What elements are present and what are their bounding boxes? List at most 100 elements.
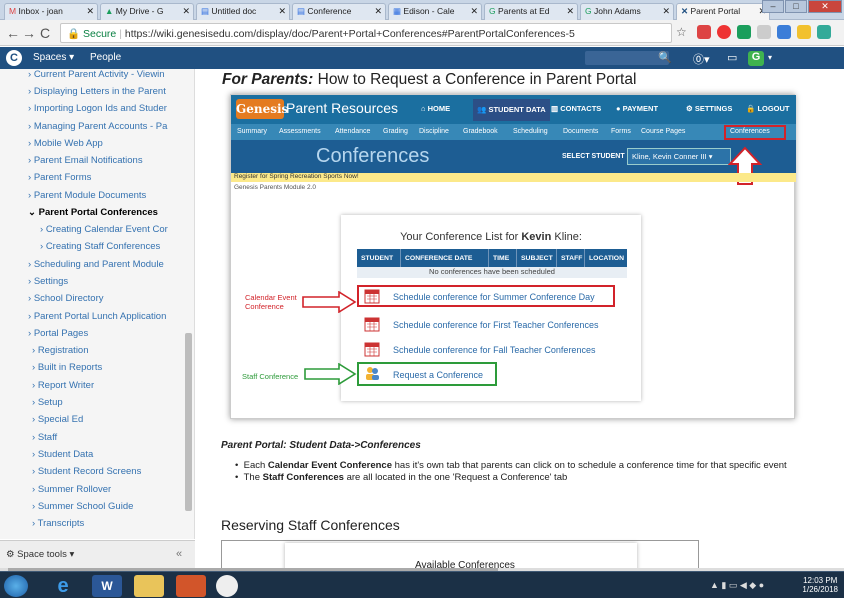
sidebar-item[interactable]: › Scheduling and Parent Module — [28, 259, 183, 272]
sidebar-item[interactable]: › Portal Pages — [28, 328, 183, 341]
sidebar-item[interactable]: › Summer School Guide — [32, 501, 182, 514]
space-tools-menu[interactable]: ⚙ Space tools ▾ — [6, 549, 74, 560]
bullet-item: • The Staff Conferences are all located … — [235, 472, 568, 483]
chrome-icon[interactable] — [216, 575, 238, 597]
browser-tab[interactable]: ▤ Conference ✕ — [292, 3, 386, 20]
conference-table-header: STUDENT CONFERENCE DATE TIME SUBJECT STA… — [357, 249, 627, 267]
people-link[interactable]: People — [90, 52, 121, 63]
sidebar-item[interactable]: › Registration — [32, 345, 182, 358]
sidebar-item[interactable]: › Current Parent Activity - Viewin — [28, 69, 183, 82]
close-icon[interactable]: ✕ — [278, 6, 286, 17]
contacts-icon: ▥ — [551, 104, 559, 113]
search-input[interactable] — [585, 51, 669, 65]
nav-student-data: 👥 STUDENT DATA — [473, 99, 550, 121]
genesis-subnav: Summary Assessments Attendance Grading D… — [231, 124, 796, 140]
green-right-arrow-icon — [304, 363, 357, 385]
sidebar-item[interactable]: › Summer Rollover — [32, 484, 182, 497]
sidebar-item[interactable]: › Staff — [32, 432, 182, 445]
media-player-icon[interactable] — [176, 575, 206, 597]
sidebar-item[interactable]: › School Directory — [28, 293, 183, 306]
close-icon[interactable]: ✕ — [470, 6, 478, 17]
gmail-extension-icon[interactable] — [697, 25, 711, 39]
url-field[interactable]: 🔒 Secure | https://wiki.genesisedu.com/d… — [60, 23, 672, 43]
taskbar-clock[interactable]: 12:03 PM 1/26/2018 — [802, 576, 838, 594]
back-arrow-icon[interactable]: ← — [6, 25, 20, 41]
sidebar-item[interactable]: › Transcripts — [32, 518, 182, 531]
sidebar-item[interactable]: › Parent Module Documents — [28, 190, 183, 203]
browser-tab[interactable]: ▦ Edison - Cale ✕ — [388, 3, 482, 20]
sidebar-scrollbar[interactable] — [185, 333, 192, 511]
browser-tab[interactable]: G Parents at Ed ✕ — [484, 3, 578, 20]
sidebar-item[interactable]: › Special Ed — [32, 414, 182, 427]
word-icon[interactable]: W — [92, 575, 122, 597]
subnav-grading: Grading — [383, 128, 408, 135]
google-icon: G — [489, 6, 496, 16]
browser-tab[interactable]: ▲ My Drive - G ✕ — [100, 3, 194, 20]
sidebar-item-label: Report Writer — [37, 380, 95, 391]
sidebar-item-label: Portal Pages — [33, 328, 89, 339]
chevron-down-icon[interactable]: ▾ — [768, 53, 772, 62]
user-avatar[interactable]: G — [748, 51, 764, 66]
sidebar-item[interactable]: › Creating Staff Conferences — [40, 241, 183, 254]
calendar-icon: ▦ — [393, 6, 402, 16]
forward-arrow-icon[interactable]: → — [22, 25, 36, 41]
page-title-rest: How to Request a Conference in Parent Po… — [313, 71, 637, 88]
spaces-menu[interactable]: Spaces ▾ — [33, 52, 74, 63]
sidebar-item[interactable]: › Managing Parent Accounts - Pa — [28, 121, 183, 134]
sidebar-item[interactable]: › Setup — [32, 397, 182, 410]
sidebar-item[interactable]: › Report Writer — [32, 380, 182, 393]
internet-explorer-icon[interactable]: e — [48, 575, 78, 597]
browser-tab-active[interactable]: ✕ Parent Portal✕ — [676, 3, 770, 21]
reload-icon[interactable]: C — [40, 25, 50, 41]
subnav-gradebook: Gradebook — [463, 128, 498, 135]
sidebar-item[interactable]: › Creating Calendar Event Cor — [40, 224, 183, 237]
close-icon[interactable]: ✕ — [374, 6, 382, 17]
maximize-button[interactable]: □ — [785, 0, 807, 13]
space-tools-label: Space tools — [17, 549, 67, 560]
tab-label: Edison - Cale — [403, 6, 455, 16]
notifications-icon[interactable]: ▭ — [727, 51, 737, 64]
star-icon[interactable]: ☆ — [676, 25, 687, 39]
extension-icon[interactable] — [777, 25, 791, 39]
tab-label: Conference — [307, 6, 352, 16]
sidebar-item[interactable]: › Parent Forms — [28, 172, 183, 185]
sidebar-item-current[interactable]: ⌄ Parent Portal Conferences — [28, 207, 183, 220]
window-close-button[interactable]: ✕ — [808, 0, 842, 13]
nav-label: HOME — [427, 104, 451, 113]
sidebar-item[interactable]: › Student Data — [32, 449, 182, 462]
section-heading: Parent Portal: Student Data->Conferences — [221, 440, 421, 451]
sidebar-item-label: Mobile Web App — [33, 138, 103, 149]
adblock-extension-icon[interactable] — [717, 25, 731, 39]
drive-extension-icon[interactable] — [737, 25, 751, 39]
google-icon: G — [585, 6, 592, 16]
extension-icon[interactable] — [797, 25, 811, 39]
sidebar-item[interactable]: › Parent Email Notifications — [28, 155, 183, 168]
sidebar-item[interactable]: › Parent Portal Lunch Application — [28, 311, 183, 324]
sidebar-item[interactable]: › Mobile Web App — [28, 138, 183, 151]
sidebar-item[interactable]: › Built in Reports — [32, 362, 182, 375]
browser-tab[interactable]: G John Adams ✕ — [580, 3, 674, 20]
search-icon[interactable]: 🔍 — [658, 51, 672, 64]
browser-tab[interactable]: ▤ Untitled doc ✕ — [196, 3, 290, 20]
close-icon[interactable]: ✕ — [566, 6, 574, 17]
file-explorer-icon[interactable] — [134, 575, 164, 597]
cast-extension-icon[interactable] — [757, 25, 771, 39]
system-tray-icons[interactable]: ▲ ▮ ▭ ◀ ◆ ● — [710, 580, 764, 591]
browser-tab[interactable]: M Inbox - joan ✕ — [4, 3, 98, 20]
nav-label: SETTINGS — [694, 104, 733, 113]
sidebar-item[interactable]: › Student Record Screens — [32, 466, 182, 479]
sidebar-item[interactable]: › Settings — [28, 276, 183, 289]
close-icon[interactable]: ✕ — [662, 6, 670, 17]
extension-icon[interactable] — [817, 25, 831, 39]
confluence-logo-icon[interactable]: C — [6, 50, 22, 66]
sidebar-item[interactable]: › Importing Logon Ids and Studer — [28, 103, 183, 116]
minimize-button[interactable]: – — [762, 0, 784, 13]
close-icon[interactable]: ✕ — [182, 6, 190, 17]
staff-conference-highlight-box — [357, 362, 497, 386]
sidebar-item-label: Parent Forms — [33, 172, 92, 183]
collapse-sidebar-icon[interactable]: « — [176, 548, 182, 560]
start-button[interactable] — [4, 575, 28, 597]
sidebar-item[interactable]: › Displaying Letters in the Parent — [28, 86, 183, 99]
help-icon[interactable]: ⓪▾ — [693, 51, 710, 67]
close-icon[interactable]: ✕ — [86, 6, 94, 17]
